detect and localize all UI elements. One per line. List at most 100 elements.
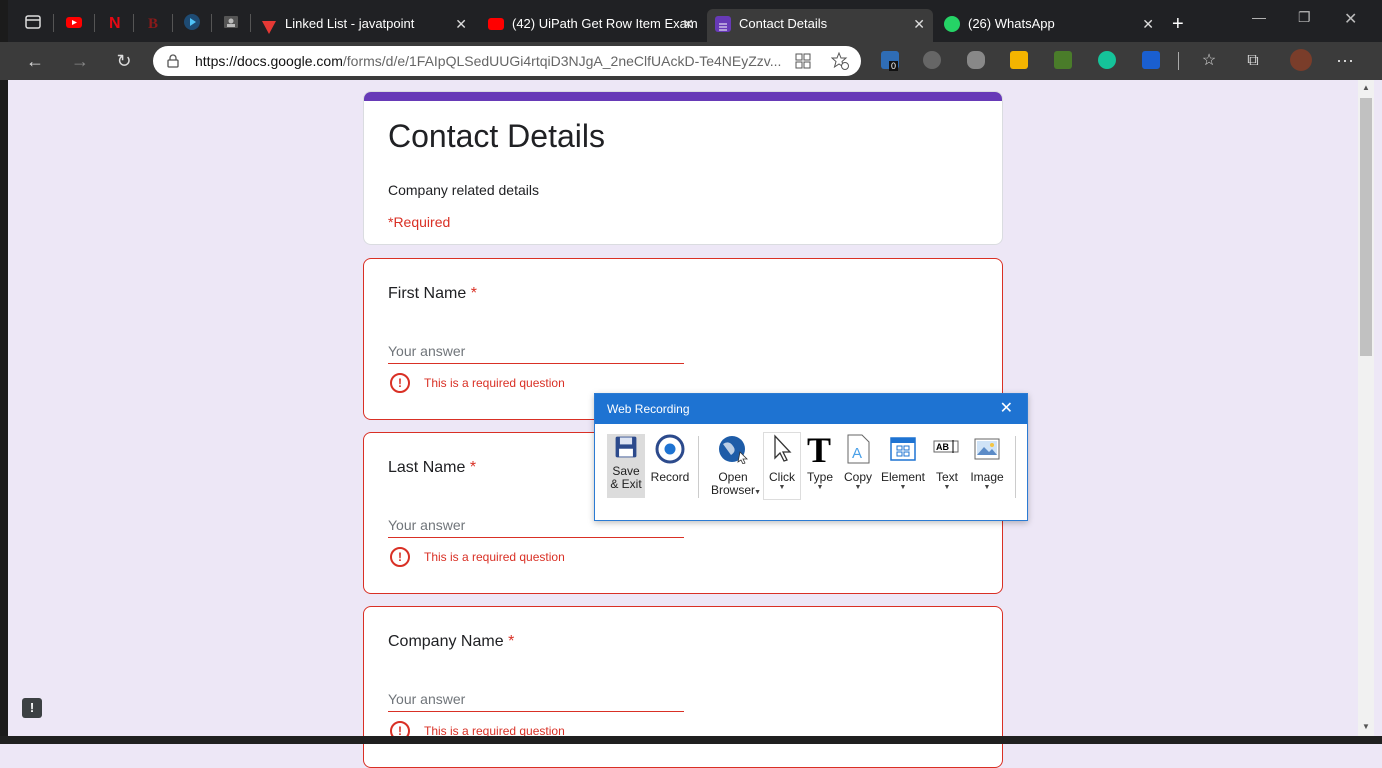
open-browser-button[interactable]: Open Browser ▼ [707,434,761,497]
question-label: Last Name * [388,459,476,477]
google-forms-icon [715,16,731,32]
element-icon [890,437,916,461]
record-button[interactable]: Record [649,434,691,484]
javatpoint-icon [261,16,277,34]
youtube-icon [488,18,504,30]
page-scrollbar[interactable]: ▲ ▼ [1358,80,1374,736]
netflix-pinned-tab-icon[interactable]: N [105,13,123,31]
dialog-titlebar[interactable]: Web Recording ✕ [595,394,1027,424]
tool-label: Record [650,470,690,484]
whatsapp-icon [944,16,960,32]
lock-icon[interactable] [167,54,179,68]
svg-text:T: T [807,434,831,464]
close-dialog-icon[interactable]: ✕ [1000,394,1013,424]
image-icon [974,438,1000,460]
address-bar[interactable]: https://docs.google.com/forms/d/e/1FAIpQ… [153,46,861,76]
forward-icon[interactable]: → [67,48,93,74]
dropdown-arrow-icon[interactable]: ▼ [764,484,800,491]
tab-contact-details[interactable]: Contact Details ✕ [707,9,933,42]
feedback-icon[interactable]: ! [22,698,42,718]
extension-blue-icon[interactable] [1142,51,1160,69]
scroll-up-icon[interactable]: ▲ [1362,83,1370,92]
click-button[interactable]: Click ▼ [763,432,801,500]
element-button[interactable]: Element ▼ [879,434,927,491]
favorites-icon[interactable]: ☆ [1196,48,1222,74]
window-edge [0,0,8,744]
url-text[interactable]: https://docs.google.com/forms/d/e/1FAIpQ… [195,53,781,69]
tool-label: Save & Exit [610,464,642,491]
dropdown-arrow-icon[interactable]: ▼ [967,484,1007,491]
contact-pinned-tab-icon[interactable] [222,13,240,31]
dropdown-arrow-icon[interactable]: ▼ [754,489,761,496]
required-star: * [470,285,477,302]
extension-badge: 0 [889,61,899,71]
scroll-down-icon[interactable]: ▼ [1362,722,1370,731]
extension-notes-icon[interactable] [1010,51,1028,69]
save-icon [615,436,637,458]
image-button[interactable]: Image ▼ [967,434,1007,491]
close-tab-icon[interactable]: ✕ [1142,9,1154,39]
text-scrape-icon: AB [933,440,959,453]
company-name-input[interactable] [388,687,684,712]
svg-text:AB: AB [936,442,949,452]
question-label: First Name * [388,285,477,303]
error-text: This is a required question [424,550,565,564]
tool-label: Type [806,470,833,484]
tool-label: Copy [843,470,872,484]
add-favorite-icon[interactable] [831,52,849,70]
minimize-icon[interactable]: — [1252,9,1266,25]
profile-avatar[interactable] [1290,49,1312,71]
question-label: Company Name * [388,633,514,651]
new-tab-button[interactable]: + [1164,9,1196,42]
extension-counter-icon[interactable]: 0 [881,51,899,71]
type-icon: T [807,430,831,470]
extension-cloud-icon[interactable] [967,51,985,69]
type-button[interactable]: T Type ▼ [803,430,837,491]
browser-toolbar: ← → ↻ https://docs.google.com/forms/d/e/… [0,42,1382,80]
copy-button[interactable]: A Copy ▼ [841,434,875,491]
dialog-title: Web Recording [607,402,690,416]
tool-label: Element [880,470,926,484]
extension-gear-icon[interactable] [923,51,941,69]
tab-title: (26) WhatsApp [968,16,1055,31]
back-icon[interactable]: ← [22,48,48,74]
tool-label: Click [769,470,795,484]
required-star: * [469,459,477,476]
tab-javatpoint[interactable]: Linked List - javatpoint ✕ [253,9,475,42]
tool-label: Open Browser [710,470,755,497]
more-menu-icon[interactable]: ⋯ [1332,48,1358,74]
svg-text:A: A [852,445,862,462]
media-pinned-tab-icon[interactable] [183,13,201,31]
copy-icon: A [847,434,870,464]
scrollbar-thumb[interactable] [1360,98,1372,356]
save-exit-button[interactable]: Save & Exit [607,434,645,498]
text-button[interactable]: AB Text ▼ [931,434,963,491]
tab-uipath-video[interactable]: (42) UiPath Get Row Item Exam ✕ [480,9,702,42]
collections-icon[interactable]: ⧉ [1240,48,1266,74]
extension-leaf-icon[interactable] [1054,51,1072,69]
dropdown-arrow-icon[interactable]: ▼ [803,484,837,491]
grammarly-icon[interactable] [1098,51,1116,69]
apps-grid-icon[interactable] [795,53,811,69]
refresh-icon[interactable]: ↻ [111,48,137,74]
b-pinned-tab-icon[interactable]: B [144,13,162,31]
tool-label: Text [935,470,958,484]
dropdown-arrow-icon[interactable]: ▼ [931,484,963,491]
close-tab-icon[interactable]: ✕ [682,9,694,39]
first-name-input[interactable] [388,339,684,364]
url-path: /forms/d/e/1FAIpQLSedUUGi4rtqiD3NJgA_2ne… [342,53,782,69]
web-recording-dialog: Web Recording ✕ Save & Exit Record Open … [594,393,1028,521]
restore-icon[interactable]: ❐ [1298,9,1311,26]
close-tab-icon[interactable]: ✕ [913,9,925,39]
dropdown-arrow-icon[interactable]: ▼ [879,484,927,491]
url-domain: https://docs.google.com [195,53,343,69]
close-tab-icon[interactable]: ✕ [455,9,467,39]
tool-label: Image [970,470,1004,484]
tab-whatsapp[interactable]: (26) WhatsApp ✕ [936,9,1162,42]
youtube-pinned-tab-icon[interactable] [65,13,83,31]
tab-title: Linked List - javatpoint [285,16,415,31]
error-icon: ! [390,547,410,567]
tab-actions-icon[interactable] [24,13,42,31]
dropdown-arrow-icon[interactable]: ▼ [841,484,875,491]
close-window-icon[interactable]: ✕ [1344,9,1357,29]
